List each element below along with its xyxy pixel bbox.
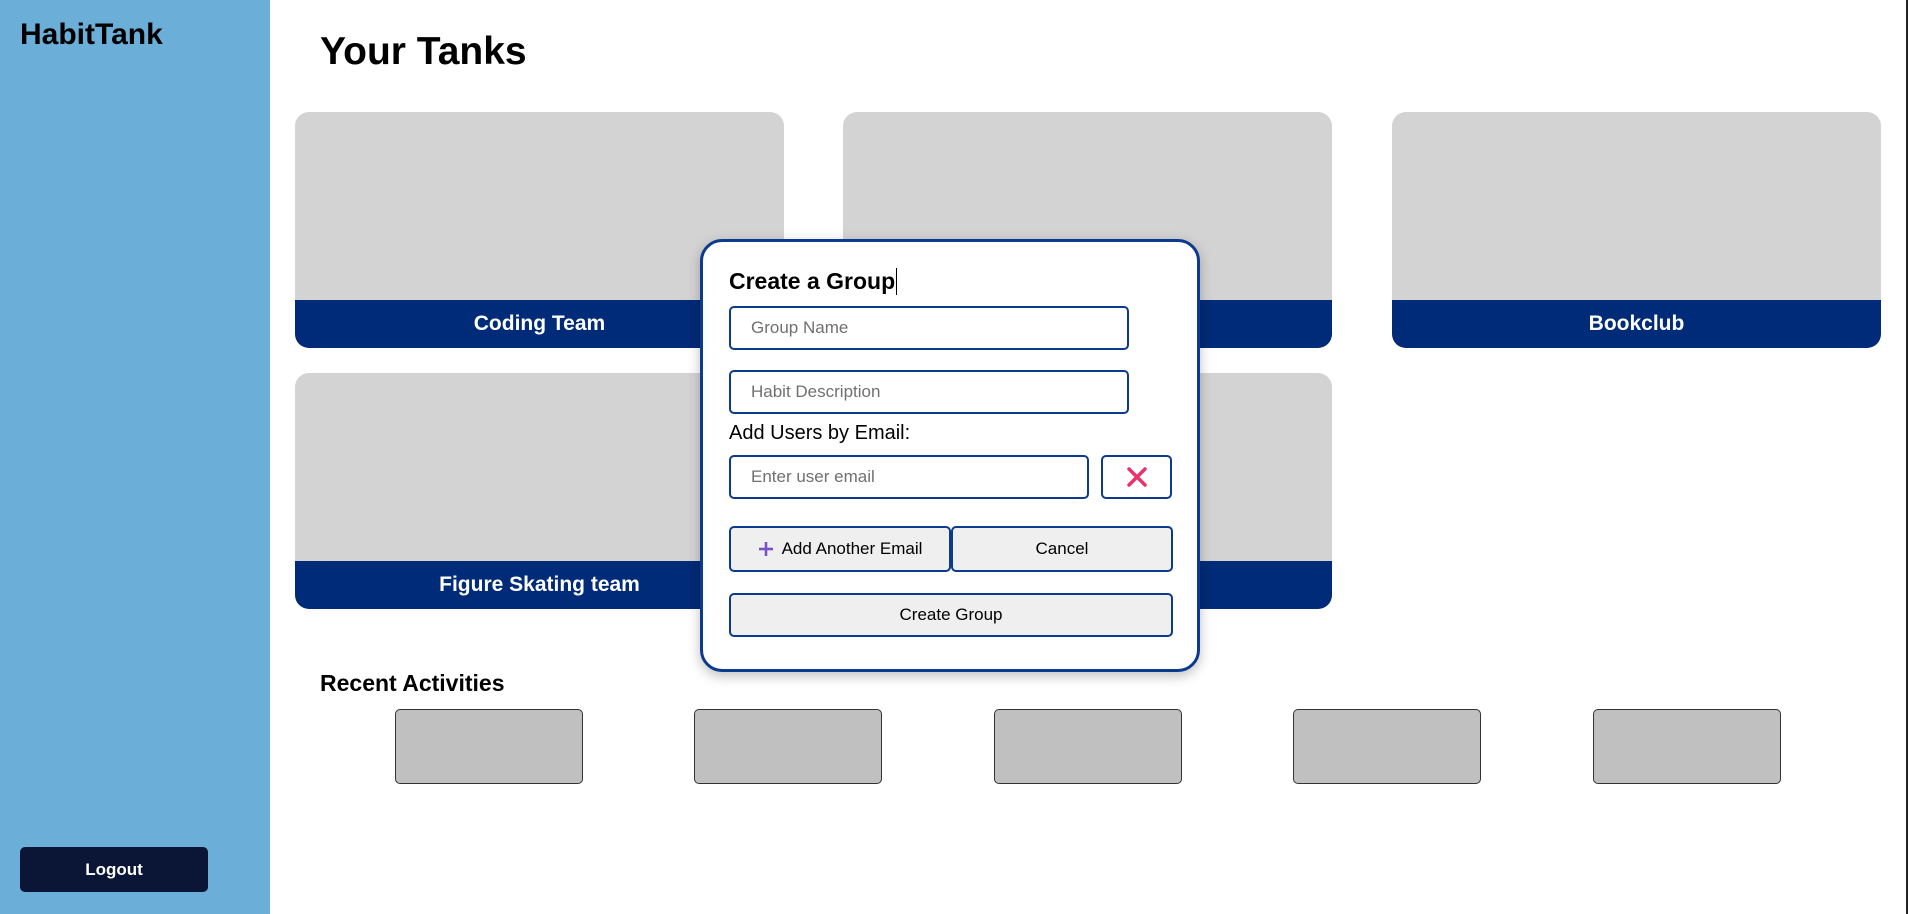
recent-activities-heading: Recent Activities (320, 670, 505, 696)
create-group-button[interactable]: Create Group (729, 593, 1173, 637)
create-group-modal: Create a Group Add Users by Email: Add A… (700, 239, 1200, 672)
plus-icon (758, 542, 773, 556)
page-title: Your Tanks (320, 30, 527, 73)
add-another-email-button[interactable]: Add Another Email (729, 526, 951, 572)
activity-card[interactable] (994, 709, 1182, 784)
cancel-button[interactable]: Cancel (951, 526, 1173, 572)
sidebar: HabitTank Logout (0, 0, 270, 914)
group-name-input[interactable] (729, 306, 1129, 350)
activity-card[interactable] (694, 709, 882, 784)
activity-card[interactable] (1593, 709, 1781, 784)
add-another-email-label: Add Another Email (781, 539, 923, 558)
modal-title: Create a Group (729, 268, 898, 295)
app-logo-text: HabitTank (20, 18, 163, 51)
activity-card[interactable] (395, 709, 583, 784)
user-email-input[interactable] (729, 455, 1089, 499)
habit-description-input[interactable] (729, 370, 1129, 414)
tank-card-bookclub[interactable]: Bookclub (1392, 112, 1881, 348)
close-icon (1126, 467, 1147, 487)
remove-email-button[interactable] (1101, 455, 1172, 499)
tank-label: Bookclub (1392, 300, 1881, 348)
logout-button[interactable]: Logout (20, 847, 208, 892)
activity-card[interactable] (1293, 709, 1481, 784)
add-users-label: Add Users by Email: (729, 422, 911, 444)
